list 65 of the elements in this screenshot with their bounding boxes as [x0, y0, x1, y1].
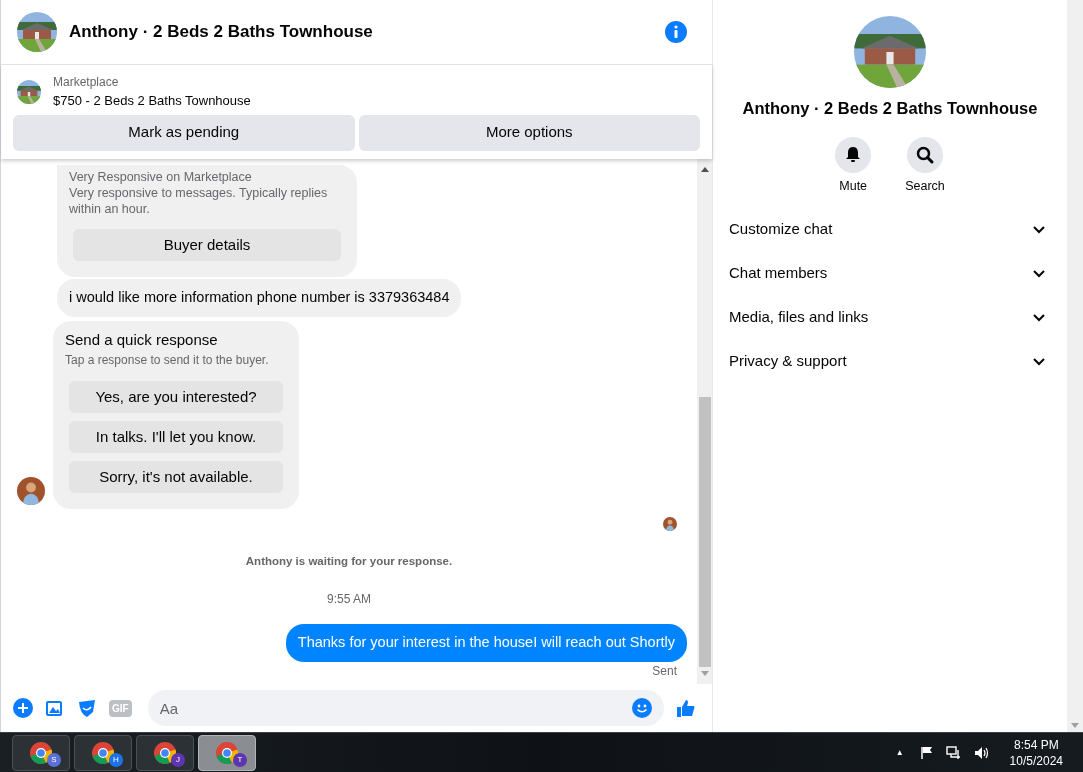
listing-title: $750 - 2 Beds 2 Baths Townhouse [53, 92, 251, 110]
quick-response-subtitle: Tap a response to send it to the buyer. [65, 352, 270, 369]
outgoing-message: Thanks for your interest in the houseI will reach out Shortly [285, 624, 687, 662]
quick-response-option[interactable]: In talks. I'll let you know. [69, 421, 283, 453]
quick-response-option[interactable]: Sorry, it's not available. [69, 461, 283, 493]
browser-icon [153, 740, 177, 765]
details-action-label: Search [905, 177, 945, 195]
flag-icon[interactable] [919, 745, 934, 760]
clock-time[interactable]: 8:54 PM [1013, 736, 1059, 753]
emoji-icon[interactable] [632, 698, 652, 718]
info-icon[interactable] [664, 20, 688, 44]
chat-avatar [17, 12, 57, 52]
details-section[interactable]: Media, files and links [729, 295, 1051, 340]
scrollbar-thumb[interactable] [698, 397, 711, 667]
scroll-up-icon[interactable] [700, 166, 709, 172]
buyer-info-text: Very responsive to messages. Typically replies within an hour. [69, 184, 329, 217]
chevron-down-icon [1033, 313, 1045, 322]
details-action-label: Mute [839, 177, 868, 195]
chevron-down-icon [1033, 357, 1045, 366]
listing-action-button[interactable]: Mark as pending [13, 114, 355, 151]
details-section[interactable]: Customize chat [729, 207, 1051, 252]
scroll-down-icon[interactable] [1071, 723, 1079, 728]
listing-thumbnail [17, 79, 41, 104]
tray-arrow[interactable]: ▲ [895, 746, 904, 759]
details-section[interactable]: Chat members [729, 251, 1051, 296]
waiting-notice: Anthony is waiting for your response. [245, 554, 453, 569]
chat-title: Anthony · 2 Beds 2 Baths Townhouse [69, 21, 374, 44]
details-action-button[interactable] [907, 136, 943, 173]
search-icon [915, 144, 935, 165]
browser-icon [91, 740, 115, 765]
thumbs-up-icon[interactable] [676, 698, 696, 718]
sticker-icon[interactable] [77, 698, 97, 718]
delivery-status: Sent [652, 663, 677, 680]
network-icon[interactable] [945, 745, 962, 760]
details-title: Anthony · 2 Beds 2 Baths Townhouse [742, 98, 1038, 119]
message-timestamp: 9:55 AM [327, 591, 371, 609]
chevron-down-icon [1033, 225, 1045, 234]
profile-badge: S [47, 752, 61, 767]
plus-icon[interactable] [13, 698, 33, 718]
quick-response-title: Send a quick response [65, 329, 219, 350]
chevron-down-icon [1033, 269, 1045, 278]
details-section[interactable]: Privacy & support [729, 339, 1051, 384]
profile-badge: T [233, 752, 247, 767]
taskbar-app-button[interactable]: S [12, 734, 70, 771]
buyer-details-button[interactable]: Buyer details [73, 228, 341, 261]
quick-response-option[interactable]: Yes, are you interested? [69, 381, 283, 413]
message-input[interactable]: Aa [147, 690, 664, 726]
clock-date[interactable]: 10/5/2024 [1009, 752, 1063, 769]
sender-avatar [17, 477, 45, 505]
profile-badge: J [171, 752, 185, 767]
taskbar-app-button[interactable]: J [136, 734, 194, 771]
image-icon[interactable] [45, 698, 65, 718]
profile-badge: H [109, 752, 123, 767]
scroll-down-icon[interactable] [700, 671, 709, 676]
buyer-info-text: Very Responsive on Marketplace [69, 168, 253, 185]
browser-icon [215, 740, 239, 765]
volume-icon[interactable] [973, 745, 990, 760]
listing-source: Marketplace [53, 74, 120, 91]
browser-icon [29, 740, 53, 765]
read-receipt-avatar [663, 517, 677, 531]
incoming-message: i would like more information phone number is 3379363484 [57, 278, 462, 317]
details-action-button[interactable] [835, 136, 872, 173]
taskbar-app-button[interactable]: T [198, 734, 256, 771]
listing-action-button[interactable]: More options [358, 114, 700, 151]
taskbar-app-button[interactable]: H [74, 734, 132, 771]
